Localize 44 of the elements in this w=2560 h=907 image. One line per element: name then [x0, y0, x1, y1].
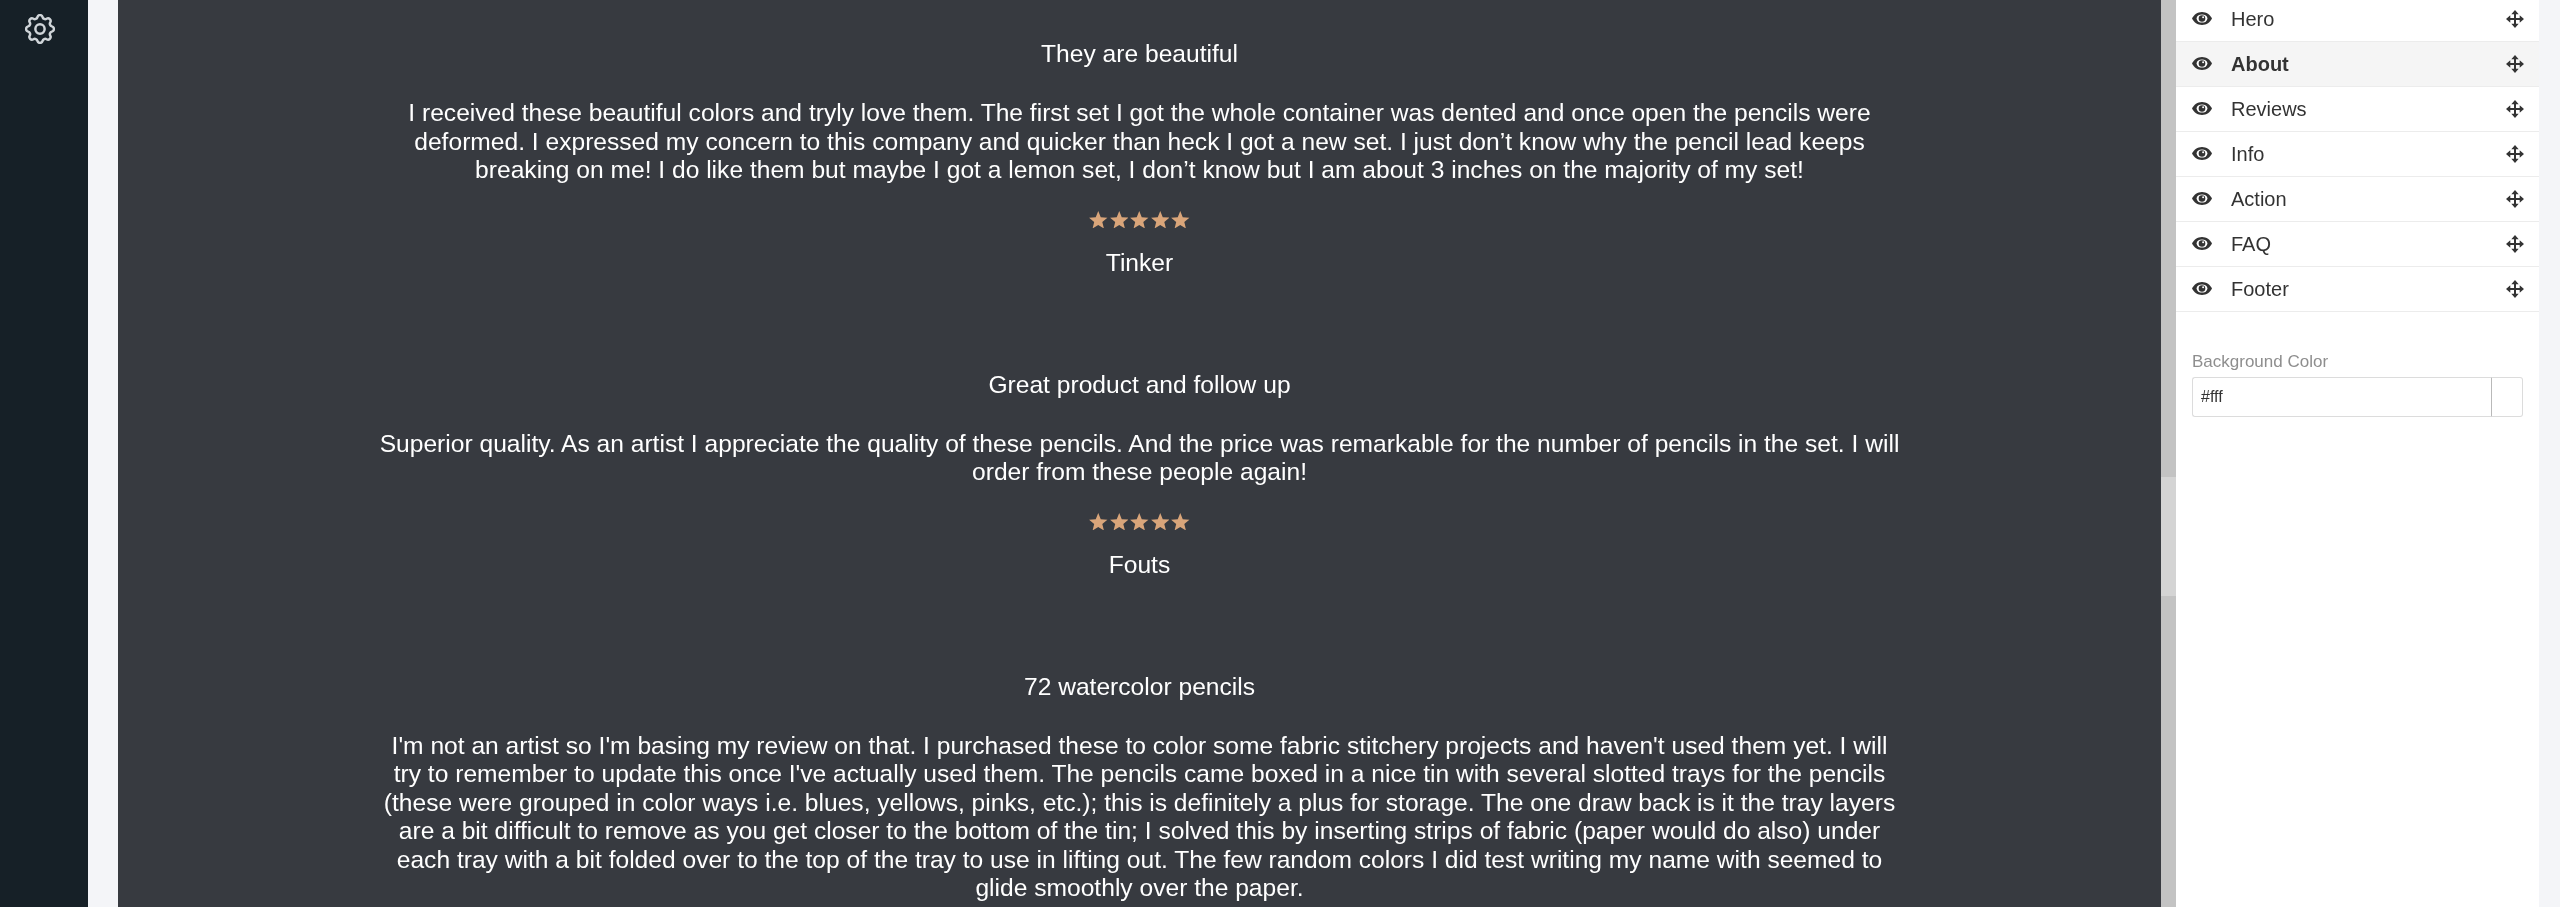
reviewer-name: Tinker [1105, 248, 1174, 277]
move-icon[interactable] [2506, 10, 2524, 28]
star-icon [1109, 210, 1129, 228]
move-icon[interactable] [2506, 145, 2524, 163]
eye-icon[interactable] [2192, 56, 2212, 70]
star-icon [1171, 210, 1190, 228]
review-text: I received these beautiful colors and tryly love them. The first set I got the whole container was dented and once open the pencils were deformed. I expressed my concern to this company and quicker than heck I got a new set. I just don’t know why the pencil lead keeps breaking on me! I do like them but maybe I got a lemon set, I don’t know but I am about 3 inches on the majority of my set! [407, 99, 1872, 185]
star-icon [1150, 512, 1170, 530]
scrollbar-thumb[interactable] [2161, 477, 2176, 596]
field-label: Background Color [2192, 352, 2330, 372]
star-icon [1089, 210, 1108, 228]
section-item[interactable]: Reviews [2176, 87, 2539, 132]
review-title: They are beautiful [1041, 40, 1238, 69]
review-title: Great product and follow up [988, 370, 1291, 399]
section-item[interactable]: Action [2176, 177, 2539, 222]
scrollbar[interactable] [2161, 0, 2176, 907]
move-icon[interactable] [2506, 190, 2524, 208]
review-text: I'm not an artist so I'm basing my review on that. I purchased these to color some fabric stitchery projects and haven't used them yet. I will try to remember to update this once I've actually used them. The pencils came boxed in a nice tin with several slotted trays for the pencils (these were grouped in color ways i.e. blues, yellows, pinks, etc.); this is definitely a plus for storage. The one draw back is it the tray layers are a bit difficult to remove as you get closer to the bottom of the tin; I solved this by inserting strips of fabric (paper would do also) under each tray with a bit folded over to the top of the tray to use in lifting out. The few random colors I did test writing my name with seemed to glide smoothly over the paper. [382, 731, 1897, 903]
move-icon[interactable] [2506, 55, 2524, 73]
star-icon [1150, 210, 1170, 228]
move-icon[interactable] [2506, 280, 2524, 298]
section-item[interactable]: FAQ [2176, 222, 2539, 267]
eye-icon[interactable] [2192, 101, 2212, 115]
reviewer-name: Fouts [1108, 550, 1171, 579]
star-icon [1089, 512, 1108, 530]
star-icon [1130, 210, 1149, 228]
review-title: 72 watercolor pencils [1024, 672, 1255, 701]
eye-icon[interactable] [2192, 236, 2212, 250]
move-icon[interactable] [2506, 235, 2524, 253]
color-swatch-icon[interactable] [2491, 377, 2523, 417]
section-item[interactable]: Info [2176, 132, 2539, 177]
move-icon[interactable] [2506, 100, 2524, 118]
star-icon [1109, 512, 1129, 530]
star-icon [1171, 512, 1190, 530]
color-input-field[interactable]: #fff [2192, 377, 2491, 417]
eye-icon[interactable] [2192, 11, 2212, 25]
eye-icon[interactable] [2192, 191, 2212, 205]
review-text: Superior quality. As an artist I appreciate the quality of these pencils. And the price was remarkable for the number of pencils in the set. I will order from these people again! [378, 429, 1901, 487]
star-icon [1130, 512, 1149, 530]
eye-icon[interactable] [2192, 146, 2212, 160]
eye-icon[interactable] [2192, 281, 2212, 295]
settings-icon[interactable] [25, 14, 55, 44]
section-item[interactable]: About [2176, 42, 2539, 87]
section-item[interactable]: Footer [2176, 267, 2539, 312]
